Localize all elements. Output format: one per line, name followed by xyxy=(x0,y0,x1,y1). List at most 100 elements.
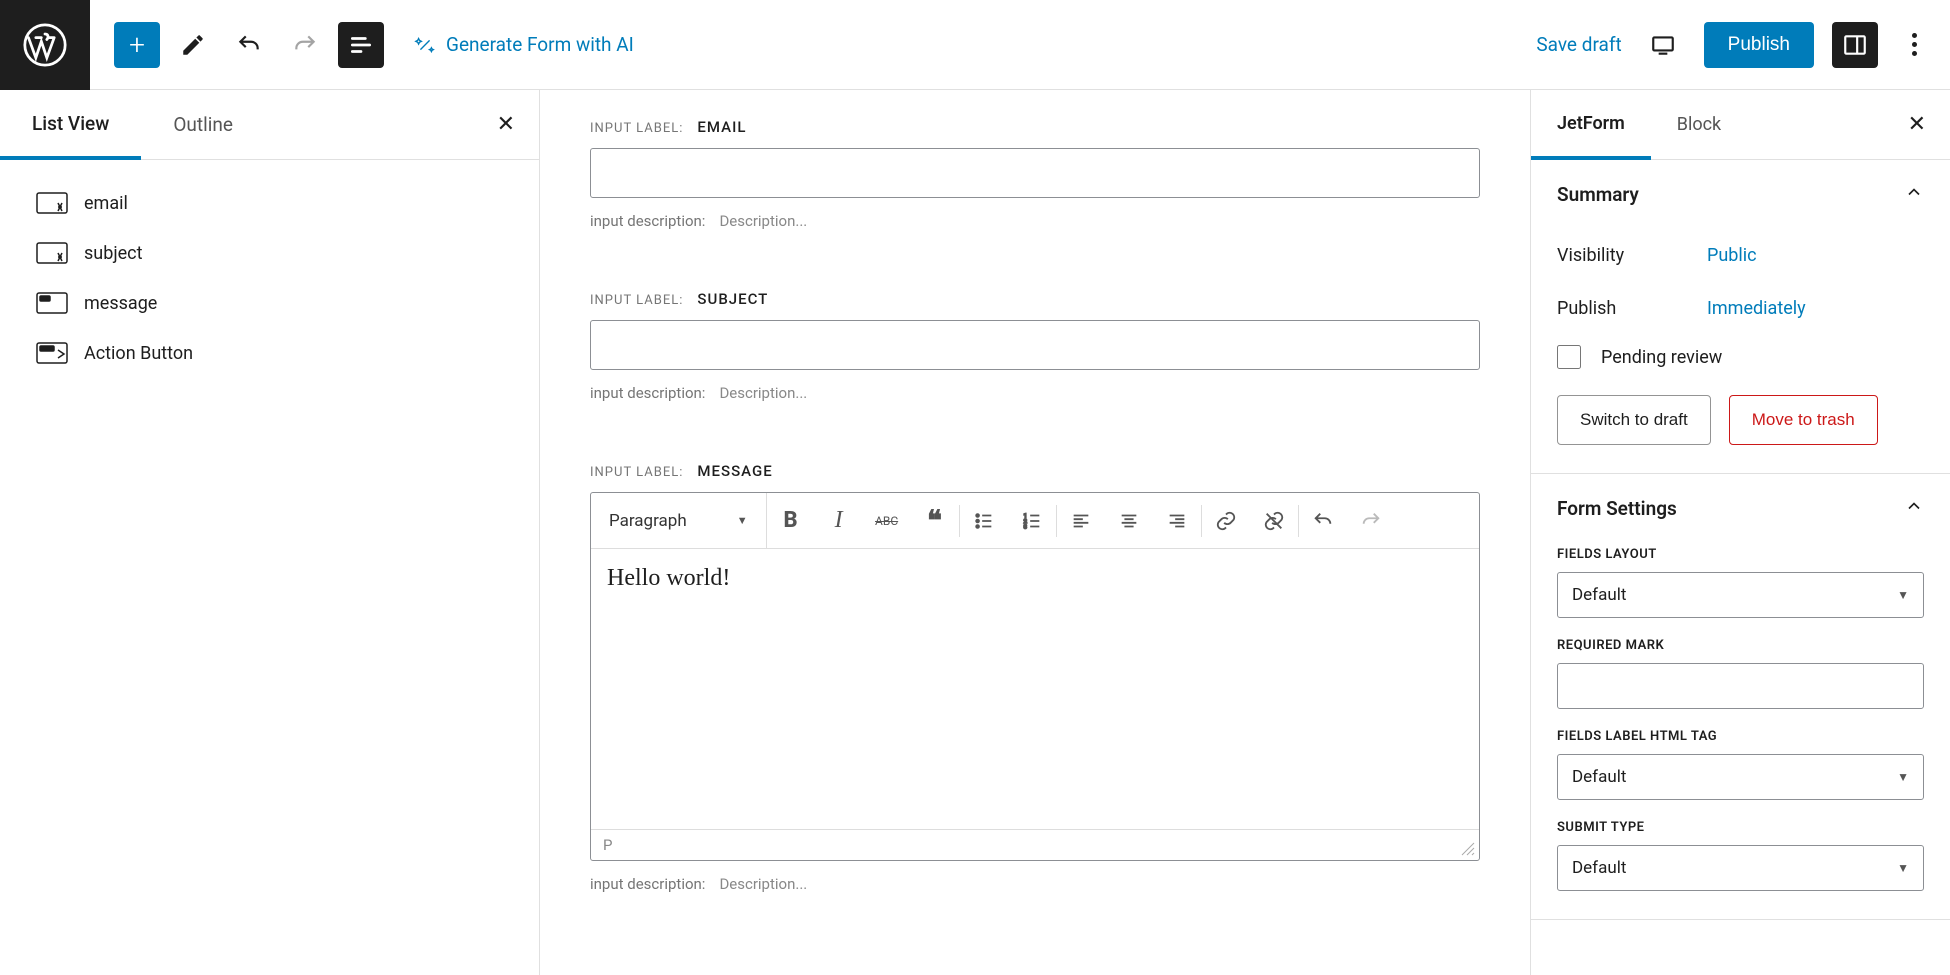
input-description-prefix: input description: xyxy=(590,212,705,230)
input-label-value[interactable]: MESSAGE xyxy=(697,462,772,480)
save-draft-button[interactable]: Save draft xyxy=(1536,33,1621,56)
format-selector-label: Paragraph xyxy=(609,511,687,531)
unlink-button[interactable] xyxy=(1250,493,1298,548)
wysiwyg-icon xyxy=(36,292,68,314)
tab-block[interactable]: Block xyxy=(1651,90,1747,159)
settings-sidebar: JetForm Block ✕ Summary Visibility Publi… xyxy=(1530,90,1950,975)
undo-button[interactable] xyxy=(226,22,272,68)
visibility-value[interactable]: Public xyxy=(1707,245,1757,266)
list-item[interactable]: Action Button xyxy=(0,328,539,378)
tab-list-view[interactable]: List View xyxy=(0,91,141,160)
pending-review-checkbox[interactable] xyxy=(1557,345,1581,369)
chevron-up-icon xyxy=(1904,182,1924,207)
fields-label-tag-label: FIELDS LABEL HTML TAG xyxy=(1557,729,1924,744)
wysiwyg-toolbar: Paragraph ▼ B I ABC ❝ 123 xyxy=(591,493,1479,549)
chevron-down-icon: ▼ xyxy=(1897,770,1909,784)
list-item[interactable]: message xyxy=(0,278,539,328)
form-field-message[interactable]: INPUT LABEL: MESSAGE Paragraph ▼ B I ABC… xyxy=(590,462,1480,893)
format-selector[interactable]: Paragraph ▼ xyxy=(591,493,767,548)
fields-label-tag-select[interactable]: Default ▼ xyxy=(1557,754,1924,800)
form-field-email[interactable]: INPUT LABEL: EMAIL input description: De… xyxy=(590,118,1480,230)
submit-type-select[interactable]: Default ▼ xyxy=(1557,845,1924,891)
generate-form-ai-button[interactable]: Generate Form with AI xyxy=(414,33,634,56)
link-button[interactable] xyxy=(1202,493,1250,548)
magic-wand-icon xyxy=(414,34,436,56)
editor-redo-button[interactable] xyxy=(1347,493,1395,548)
tab-jetform[interactable]: JetForm xyxy=(1531,91,1651,160)
chevron-down-icon: ▼ xyxy=(1897,588,1909,602)
input-label-prefix: INPUT LABEL: xyxy=(590,121,683,136)
input-label-prefix: INPUT LABEL: xyxy=(590,465,683,480)
text-field-icon xyxy=(36,192,68,214)
chevron-up-icon xyxy=(1904,496,1924,521)
input-label-prefix: INPUT LABEL: xyxy=(590,293,683,308)
summary-panel: Summary Visibility Public Publish Immedi… xyxy=(1531,160,1950,474)
preview-button[interactable] xyxy=(1640,22,1686,68)
input-description-prefix: input description: xyxy=(590,384,705,402)
form-settings-panel: Form Settings FIELDS LAYOUT Default ▼ RE… xyxy=(1531,474,1950,920)
summary-header[interactable]: Summary xyxy=(1531,160,1950,229)
svg-text:3: 3 xyxy=(1023,524,1026,530)
visibility-label: Visibility xyxy=(1557,245,1707,266)
tab-outline[interactable]: Outline xyxy=(141,90,265,159)
numbered-list-button[interactable]: 123 xyxy=(1008,493,1056,548)
document-overview-button[interactable] xyxy=(338,22,384,68)
fields-layout-select[interactable]: Default ▼ xyxy=(1557,572,1924,618)
form-field-subject[interactable]: INPUT LABEL: SUBJECT input description: … xyxy=(590,290,1480,402)
subject-input[interactable] xyxy=(590,320,1480,370)
edit-button[interactable] xyxy=(170,22,216,68)
wysiwyg-content[interactable]: Hello world! xyxy=(591,549,1479,829)
text-field-icon xyxy=(36,242,68,264)
input-description-prefix: input description: xyxy=(590,875,705,893)
blockquote-button[interactable]: ❝ xyxy=(911,493,959,548)
input-description-placeholder[interactable]: Description... xyxy=(719,384,807,402)
redo-button[interactable] xyxy=(282,22,328,68)
wordpress-logo[interactable] xyxy=(0,0,90,90)
bullet-list-button[interactable] xyxy=(960,493,1008,548)
pending-review-label: Pending review xyxy=(1601,347,1722,368)
editor-canvas: INPUT LABEL: EMAIL input description: De… xyxy=(540,90,1530,975)
input-label-value[interactable]: EMAIL xyxy=(697,118,746,136)
switch-to-draft-button[interactable]: Switch to draft xyxy=(1557,395,1711,445)
align-left-button[interactable] xyxy=(1057,493,1105,548)
wysiwyg-path: P xyxy=(591,829,1479,860)
required-mark-label: REQUIRED MARK xyxy=(1557,638,1924,653)
list-item-label: Action Button xyxy=(84,343,193,364)
list-item[interactable]: subject xyxy=(0,228,539,278)
fields-layout-label: FIELDS LAYOUT xyxy=(1557,547,1924,562)
add-block-button[interactable]: + xyxy=(114,22,160,68)
input-description-placeholder[interactable]: Description... xyxy=(719,212,807,230)
align-right-button[interactable] xyxy=(1153,493,1201,548)
list-item-label: message xyxy=(84,293,157,314)
bold-button[interactable]: B xyxy=(767,493,815,548)
italic-button[interactable]: I xyxy=(815,493,863,548)
generate-form-ai-label: Generate Form with AI xyxy=(446,33,634,56)
strikethrough-button[interactable]: ABC xyxy=(863,493,911,548)
editor-undo-button[interactable] xyxy=(1299,493,1347,548)
close-sidebar-button[interactable]: ✕ xyxy=(1884,112,1950,137)
close-overview-button[interactable]: ✕ xyxy=(473,112,539,137)
input-label-value[interactable]: SUBJECT xyxy=(697,290,768,308)
list-item-label: subject xyxy=(84,243,142,264)
action-button-icon xyxy=(36,342,68,364)
settings-sidebar-button[interactable] xyxy=(1832,22,1878,68)
input-description-placeholder[interactable]: Description... xyxy=(719,875,807,893)
list-item[interactable]: email xyxy=(0,178,539,228)
move-to-trash-button[interactable]: Move to trash xyxy=(1729,395,1878,445)
more-options-button[interactable] xyxy=(1896,27,1932,63)
required-mark-input[interactable] xyxy=(1557,663,1924,709)
wysiwyg-editor: Paragraph ▼ B I ABC ❝ 123 xyxy=(590,492,1480,861)
resize-handle-icon[interactable] xyxy=(1461,842,1475,856)
publish-value[interactable]: Immediately xyxy=(1707,298,1806,319)
chevron-down-icon: ▼ xyxy=(1897,861,1909,875)
publish-label: Publish xyxy=(1557,298,1707,319)
caret-down-icon: ▼ xyxy=(737,514,748,527)
editor-topbar: + Generate Form with AI Save draft Publi… xyxy=(0,0,1950,90)
document-overview-panel: List View Outline ✕ email subject messag… xyxy=(0,90,540,975)
align-center-button[interactable] xyxy=(1105,493,1153,548)
email-input[interactable] xyxy=(590,148,1480,198)
form-settings-header[interactable]: Form Settings xyxy=(1531,474,1950,543)
publish-button[interactable]: Publish xyxy=(1704,22,1814,68)
list-item-label: email xyxy=(84,193,128,214)
submit-type-label: SUBMIT TYPE xyxy=(1557,820,1924,835)
